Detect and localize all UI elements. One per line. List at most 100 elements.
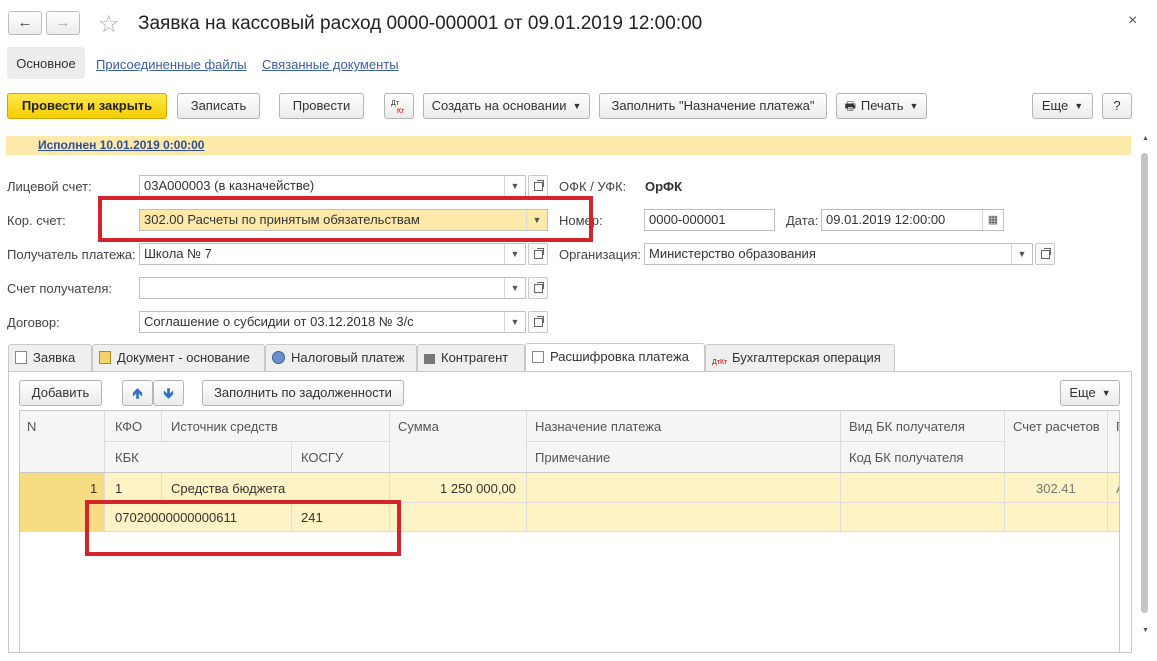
table-more-button[interactable]: Еще ▼ — [1060, 380, 1120, 406]
open-icon[interactable] — [1035, 243, 1055, 265]
org-label: Организация: — [559, 247, 642, 262]
highlight-box — [85, 500, 401, 556]
chevron-down-icon: ▼ — [1101, 388, 1111, 398]
document-icon — [99, 351, 111, 364]
tab-related-docs[interactable]: Связанные документы — [262, 57, 399, 72]
save-button[interactable]: Записать — [177, 93, 260, 119]
number-field[interactable]: 0000-000001 — [644, 209, 775, 231]
tab-payment-breakdown-label: Расшифровка платежа — [550, 349, 689, 364]
help-button[interactable]: ? — [1102, 93, 1132, 119]
move-up-button[interactable]: 🡹 — [122, 380, 153, 406]
svg-text:Дт: Дт — [391, 100, 400, 107]
cell-extra: А — [1116, 481, 1119, 496]
chevron-down-icon[interactable]: ▼ — [504, 176, 525, 196]
arrow-left-icon: ← — [17, 14, 33, 31]
col-bk-code[interactable]: Код БК получателя — [849, 450, 963, 465]
col-kbk[interactable]: КБК — [115, 450, 139, 465]
recipient-account-field[interactable]: ▼ — [139, 277, 526, 299]
col-extra[interactable]: П — [1116, 419, 1119, 434]
chevron-down-icon[interactable]: ▼ — [1011, 244, 1032, 264]
contract-value: Соглашение о субсидии от 03.12.2018 № 3/… — [144, 314, 414, 329]
tab-attached-files[interactable]: Присоединенные файлы — [96, 57, 247, 72]
dt-kt-icon: ДтКт — [712, 359, 728, 366]
org-value: Министерство образования — [649, 246, 816, 261]
tab-counterparty-label: Контрагент — [441, 350, 509, 365]
recipient-value: Школа № 7 — [144, 246, 212, 261]
back-button[interactable]: ← — [8, 11, 42, 35]
col-kosgu[interactable]: КОСГУ — [301, 450, 343, 465]
tab-application-label: Заявка — [33, 350, 76, 365]
scrollbar[interactable]: ▲ ▼ — [1139, 135, 1151, 640]
move-down-button[interactable]: 🡻 — [153, 380, 184, 406]
date-field[interactable]: 09.01.2019 12:00:00 ▦ — [821, 209, 1004, 231]
create-based-button[interactable]: Создать на основании ▼ — [423, 93, 590, 119]
cell-n: 1 — [90, 481, 98, 496]
tab-counterparty[interactable]: Контрагент — [417, 344, 525, 371]
printer-icon: 🖶 — [844, 99, 856, 113]
more-button[interactable]: Еще ▼ — [1032, 93, 1093, 119]
contract-label: Договор: — [7, 315, 60, 330]
tab-accounting-operation-label: Бухгалтерская операция — [732, 350, 881, 365]
open-icon[interactable] — [528, 311, 548, 333]
close-icon[interactable]: × — [1128, 12, 1137, 30]
more-label: Еще — [1041, 98, 1069, 113]
recipient-account-label: Счет получателя: — [7, 281, 113, 296]
scrollbar-thumb[interactable] — [1141, 153, 1148, 613]
fill-debt-button[interactable]: Заполнить по задолженности — [202, 380, 404, 406]
tab-tax-payment[interactable]: Налоговый платеж — [265, 344, 417, 371]
col-kfo[interactable]: КФО — [115, 419, 142, 434]
open-icon[interactable] — [528, 243, 548, 265]
col-note[interactable]: Примечание — [535, 450, 610, 465]
account-field[interactable]: 03А000003 (в казначействе) ▼ — [139, 175, 526, 197]
document-icon — [15, 351, 27, 364]
chevron-down-icon[interactable]: ▼ — [504, 278, 525, 298]
open-icon[interactable] — [528, 277, 548, 299]
arrow-right-icon: → — [55, 14, 71, 31]
col-sum[interactable]: Сумма — [398, 419, 439, 434]
cell-source: Средства бюджета — [171, 481, 286, 496]
col-bk-type[interactable]: Вид БК получателя — [849, 419, 965, 434]
table-icon — [532, 351, 544, 363]
post-and-close-button[interactable]: Провести и закрыть — [7, 93, 167, 119]
org-field[interactable]: Министерство образования ▼ — [644, 243, 1033, 265]
recipient-label: Получатель платежа: — [7, 247, 136, 262]
forward-button[interactable]: → — [46, 11, 80, 35]
print-button[interactable]: 🖶 Печать ▼ — [836, 93, 927, 119]
status-bar: Исполнен 10.01.2019 0:00:00 — [6, 136, 1131, 155]
chevron-down-icon[interactable]: ▼ — [504, 312, 525, 332]
tab-accounting-operation[interactable]: ДтКт Бухгалтерская операция — [705, 344, 895, 371]
tab-tax-payment-label: Налоговый платеж — [291, 350, 405, 365]
tab-payment-breakdown[interactable]: Расшифровка платежа — [525, 343, 705, 372]
col-account[interactable]: Счет расчетов — [1013, 419, 1100, 434]
col-n[interactable]: N — [27, 419, 36, 434]
cell-account: 302.41 — [1036, 481, 1076, 496]
col-source[interactable]: Источник средств — [171, 419, 278, 434]
fill-purpose-button[interactable]: Заполнить "Назначение платежа" — [599, 93, 827, 119]
scroll-up-icon[interactable]: ▲ — [1142, 135, 1149, 142]
tab-base-document[interactable]: Документ - основание — [92, 344, 265, 371]
tab-base-document-label: Документ - основание — [117, 350, 251, 365]
add-button[interactable]: Добавить — [19, 380, 102, 406]
tab-application[interactable]: Заявка — [8, 344, 92, 371]
calendar-icon[interactable]: ▦ — [982, 210, 1003, 230]
kor-label: Кор. счет: — [7, 213, 66, 228]
create-based-label: Создать на основании — [431, 98, 567, 113]
recipient-field[interactable]: Школа № 7 ▼ — [139, 243, 526, 265]
contract-field[interactable]: Соглашение о субсидии от 03.12.2018 № 3/… — [139, 311, 526, 333]
status-link[interactable]: Исполнен 10.01.2019 0:00:00 — [38, 138, 204, 152]
scroll-down-icon[interactable]: ▼ — [1142, 627, 1149, 634]
favorite-star-icon[interactable]: ☆ — [98, 10, 120, 39]
dt-kt-button[interactable]: Дт Кт — [384, 93, 414, 119]
chevron-down-icon: ▼ — [572, 101, 582, 111]
arrow-up-icon: 🡹 — [132, 385, 143, 401]
ofk-value: ОрФК — [645, 179, 683, 194]
arrow-down-icon: 🡻 — [163, 385, 174, 401]
tab-main[interactable]: Основное — [7, 47, 85, 79]
open-icon[interactable] — [528, 175, 548, 197]
post-button[interactable]: Провести — [279, 93, 364, 119]
chevron-down-icon[interactable]: ▼ — [504, 244, 525, 264]
col-purpose[interactable]: Назначение платежа — [535, 419, 661, 434]
chevron-down-icon: ▼ — [909, 101, 919, 111]
counterparty-icon — [424, 354, 435, 364]
date-label: Дата: — [786, 213, 819, 228]
